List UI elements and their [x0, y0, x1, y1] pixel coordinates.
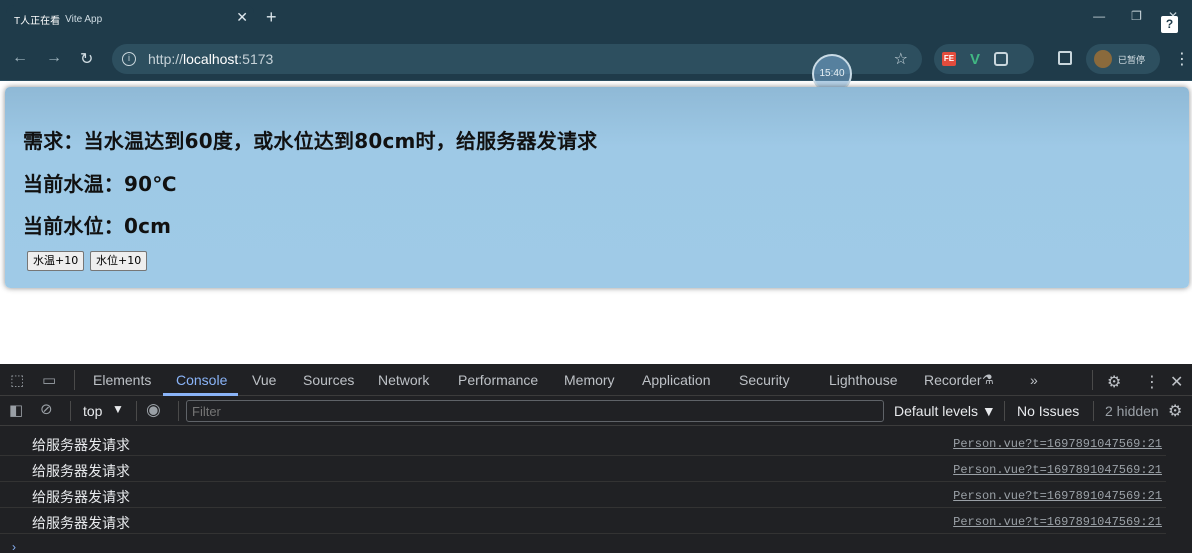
avatar	[1094, 50, 1112, 68]
browser-toolbar: ← → ↻ i http://localhost:5173 ☆ FE V 已暂停…	[0, 37, 1192, 81]
issues-button[interactable]: No Issues	[1017, 403, 1079, 419]
restore-icon[interactable]: ❐	[1131, 9, 1142, 23]
minimize-icon[interactable]: —	[1093, 9, 1105, 23]
more-tabs-icon[interactable]: »	[1030, 372, 1038, 388]
log-source-link[interactable]: Person.vue?t=1697891047569:21	[953, 489, 1162, 503]
log-source-link[interactable]: Person.vue?t=1697891047569:21	[953, 515, 1162, 529]
context-select[interactable]: top	[83, 403, 102, 419]
tab-prefix: T人正在看	[14, 15, 61, 27]
divider	[1092, 370, 1093, 390]
url-text[interactable]: http://localhost:5173	[148, 51, 273, 67]
tab-performance[interactable]: Performance	[458, 372, 538, 388]
fe-extension-icon[interactable]: FE	[942, 52, 956, 66]
tab-title: Vite App	[65, 13, 103, 25]
divider	[178, 401, 179, 421]
tab-sources[interactable]: Sources	[303, 372, 354, 388]
side-panel-icon[interactable]	[1058, 51, 1072, 65]
console-prompt-icon[interactable]: ›	[12, 540, 16, 554]
level-plus-button[interactable]: 水位+10	[90, 251, 148, 271]
browser-titlebar: T人正在看 Vite App ✕ + — ❐ ✕ ?	[0, 0, 1192, 37]
sidebar-toggle-icon[interactable]: ◧	[9, 401, 23, 419]
inspect-element-icon[interactable]: ⬚	[10, 371, 24, 389]
tab-elements[interactable]: Elements	[93, 372, 151, 388]
clear-console-icon[interactable]: ⊘	[40, 400, 53, 418]
console-log-row: 给服务器发请求 Person.vue?t=1697891047569:21	[0, 508, 1166, 534]
settings-gear-icon[interactable]: ⚙	[1107, 372, 1121, 392]
live-expression-eye-icon[interactable]: ◉	[146, 400, 161, 420]
temp-plus-button[interactable]: 水温+10	[27, 251, 85, 271]
default-levels-dropdown[interactable]: Default levels ▼	[894, 403, 996, 419]
tab-recorder[interactable]: Recorder	[924, 372, 982, 388]
address-bar[interactable]: i http://localhost:5173 ☆	[112, 44, 922, 74]
more-menu-icon[interactable]: ⋮	[1174, 49, 1190, 69]
extensions-group: FE V	[934, 44, 1034, 74]
tab-close-icon[interactable]: ✕	[236, 9, 248, 26]
tab-security[interactable]: Security	[739, 372, 790, 388]
person-component-card: 需求：当水温达到60度，或水位达到80cm时，给服务器发请求 当前水温：90℃ …	[5, 87, 1189, 288]
bookmark-star-icon[interactable]: ☆	[894, 49, 908, 69]
help-icon: ?	[1161, 16, 1178, 33]
flask-icon: ⚗	[982, 372, 994, 387]
console-filter-input[interactable]	[186, 400, 884, 422]
temperature-heading: 当前水温：90℃	[23, 172, 177, 196]
log-message: 给服务器发请求	[32, 490, 130, 506]
hidden-count: 2 hidden	[1105, 403, 1159, 419]
water-level-heading: 当前水位：0cm	[23, 214, 172, 238]
device-toolbar-icon[interactable]: ▭	[42, 371, 56, 389]
devtools-tabbar: ⬚ ▭ Elements Console Vue Sources Network…	[0, 364, 1192, 396]
tab-application[interactable]: Application	[642, 372, 711, 388]
divider	[1004, 401, 1005, 421]
close-devtools-icon[interactable]: ✕	[1170, 372, 1183, 392]
extensions-puzzle-icon[interactable]	[994, 52, 1009, 66]
tab-console[interactable]: Console	[176, 372, 227, 388]
context-dropdown-icon[interactable]: ▼	[112, 402, 124, 416]
log-message: 给服务器发请求	[32, 464, 130, 480]
tab-lighthouse[interactable]: Lighthouse	[829, 372, 898, 388]
profile-button[interactable]: 已暂停	[1086, 44, 1160, 74]
log-message: 给服务器发请求	[32, 438, 130, 454]
divider	[136, 401, 137, 421]
profile-label: 已暂停	[1118, 54, 1146, 65]
log-message: 给服务器发请求	[32, 516, 130, 532]
reload-icon[interactable]: ↻	[80, 49, 93, 69]
tab-vue[interactable]: Vue	[252, 372, 276, 388]
devtools-menu-icon[interactable]: ⋮	[1144, 372, 1160, 392]
browser-tab[interactable]: T人正在看 Vite App ✕	[6, 5, 254, 33]
console-settings-icon[interactable]: ⚙	[1168, 401, 1182, 421]
tab-memory[interactable]: Memory	[564, 372, 615, 388]
requirement-heading: 需求：当水温达到60度，或水位达到80cm时，给服务器发请求	[23, 129, 598, 153]
divider	[74, 370, 75, 390]
console-filterbar: ◧ ⊘ top ▼ ◉ Default levels ▼ No Issues 2…	[0, 396, 1192, 426]
vue-devtools-icon[interactable]: V	[970, 51, 980, 68]
console-log-row: 给服务器发请求 Person.vue?t=1697891047569:21	[0, 456, 1166, 482]
forward-icon[interactable]: →	[46, 49, 62, 67]
console-log-row: 给服务器发请求 Person.vue?t=1697891047569:21	[0, 482, 1166, 508]
back-icon[interactable]: ←	[12, 49, 28, 67]
new-tab-button[interactable]: +	[266, 7, 277, 28]
site-info-icon[interactable]: i	[122, 52, 136, 66]
log-source-link[interactable]: Person.vue?t=1697891047569:21	[953, 437, 1162, 451]
divider	[1093, 401, 1094, 421]
console-log-row: 给服务器发请求 Person.vue?t=1697891047569:21	[0, 430, 1166, 456]
log-source-link[interactable]: Person.vue?t=1697891047569:21	[953, 463, 1162, 477]
divider	[70, 401, 71, 421]
tab-network[interactable]: Network	[378, 372, 429, 388]
devtools-panel: ⬚ ▭ Elements Console Vue Sources Network…	[0, 364, 1192, 554]
